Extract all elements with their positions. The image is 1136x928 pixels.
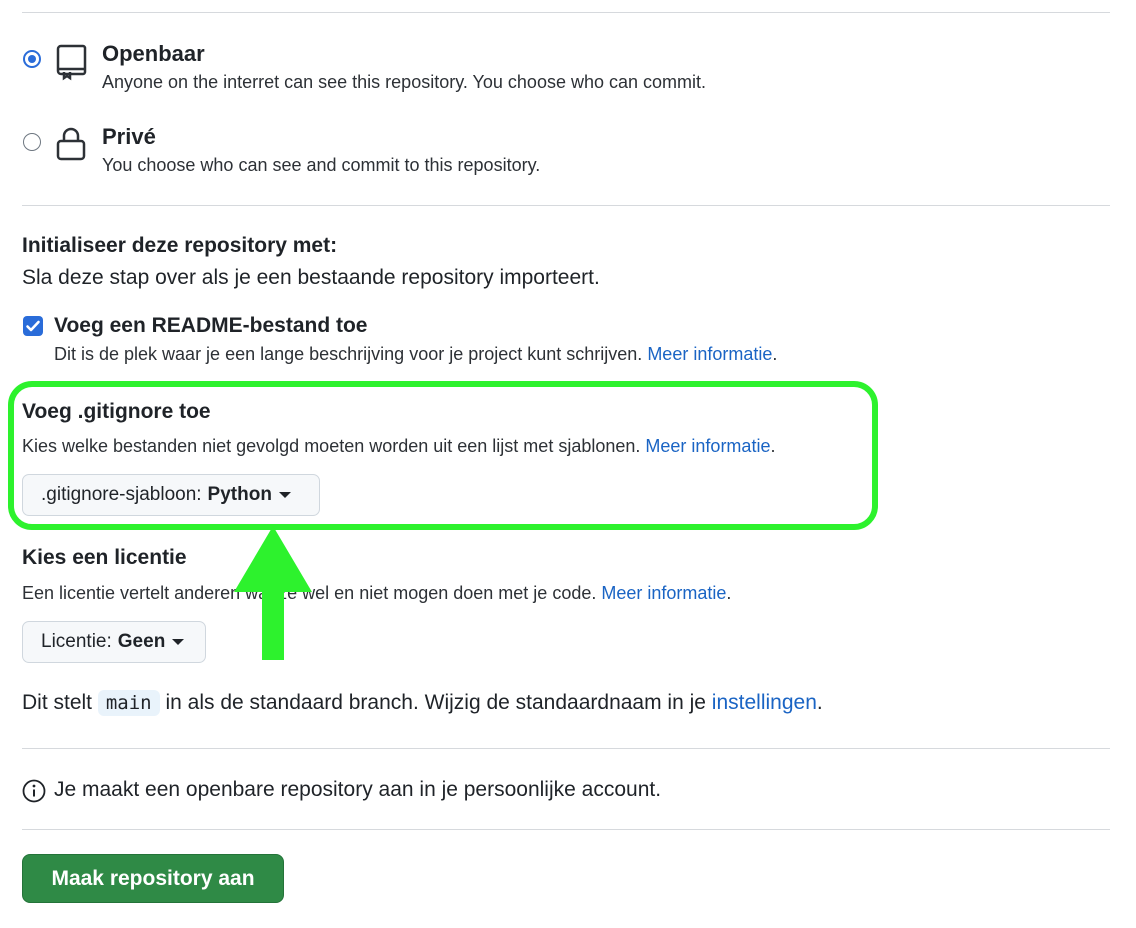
license-more-info-link[interactable]: Meer informatie <box>601 583 726 603</box>
branch-note-suffix: . <box>816 691 823 714</box>
license-button-value: Geen <box>117 631 166 652</box>
license-title: Kies een licentie <box>22 546 187 569</box>
divider-top <box>22 12 1110 13</box>
info-icon <box>22 779 46 803</box>
public-title: Openbaar <box>102 41 205 66</box>
readme-description: Dit is de plek waar je een lange beschri… <box>54 344 643 364</box>
license-button[interactable]: Licentie: Geen <box>22 621 206 663</box>
branch-note-after: in als de standaard branch. Wijzig de st… <box>165 691 706 714</box>
public-description: Anyone on the interret can see this repo… <box>102 72 707 92</box>
radio-public[interactable] <box>23 50 41 68</box>
divider-branch <box>22 748 1110 749</box>
highlight-box <box>8 381 878 530</box>
readme-more-info-link[interactable]: Meer informatie <box>647 344 772 364</box>
branch-note-before: Dit stelt <box>22 691 93 714</box>
private-title: Privé <box>102 124 156 149</box>
settings-link[interactable]: instellingen <box>712 691 817 714</box>
divider-info <box>22 829 1110 830</box>
branch-note: Dit stelt main in als de standaard branc… <box>22 690 823 716</box>
arrow-up-icon <box>234 526 312 660</box>
readme-description-line: Dit is de plek waar je een lange beschri… <box>54 344 777 365</box>
lock-icon <box>56 127 86 161</box>
default-branch-code: main <box>97 690 160 716</box>
repo-icon <box>56 44 87 81</box>
checkmark-icon <box>26 320 40 332</box>
caret-down-icon <box>172 639 185 645</box>
create-repository-button[interactable]: Maak repository aan <box>22 854 284 903</box>
private-description: You choose who can see and commit to thi… <box>102 155 541 175</box>
readme-suffix: . <box>772 344 778 364</box>
license-description-line: Een licentie vertelt anderen wat ze wel … <box>22 583 731 604</box>
initialize-title: Initialiseer deze repository met: <box>22 234 338 257</box>
info-note: Je maakt een openbare repository aan in … <box>54 778 662 801</box>
license-suffix: . <box>726 583 732 603</box>
radio-private[interactable] <box>23 133 41 151</box>
divider-visibility <box>22 205 1110 206</box>
readme-checkbox[interactable] <box>23 316 43 336</box>
readme-label[interactable]: Voeg een README-bestand toe <box>54 314 367 338</box>
initialize-subtitle: Sla deze stap over als je een bestaande … <box>22 266 600 289</box>
license-button-prefix: Licentie: <box>41 631 112 652</box>
